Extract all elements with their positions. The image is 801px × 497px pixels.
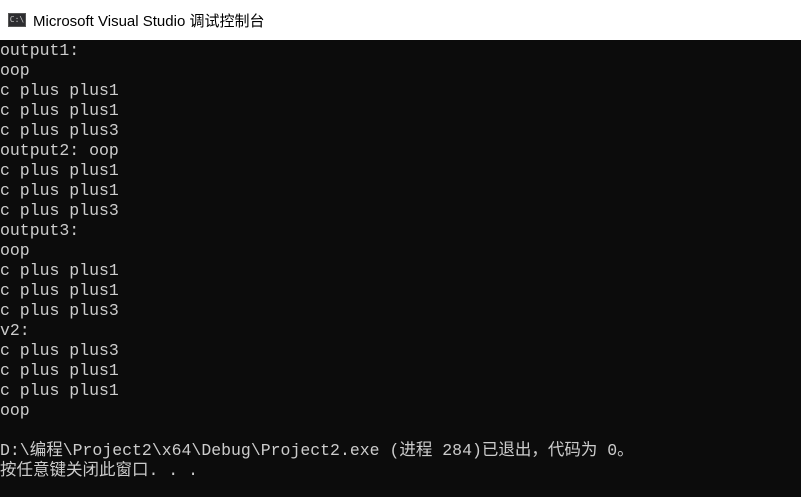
console-line: c plus plus3 xyxy=(0,301,119,320)
console-line: c plus plus1 xyxy=(0,281,119,300)
console-line: c plus plus1 xyxy=(0,181,119,200)
console-app-icon: C:\ xyxy=(8,13,26,27)
console-line: output3: xyxy=(0,221,80,240)
console-output[interactable]: output1: oop c plus plus1 c plus plus1 c… xyxy=(0,40,801,497)
console-line: output2: oop xyxy=(0,141,119,160)
console-line: c plus plus1 xyxy=(0,361,119,380)
console-line: c plus plus3 xyxy=(0,341,119,360)
console-window: C:\ Microsoft Visual Studio 调试控制台 output… xyxy=(0,0,801,497)
console-line: oop xyxy=(0,61,30,80)
window-title: Microsoft Visual Studio 调试控制台 xyxy=(33,12,265,30)
press-any-key-prompt: 按任意键关闭此窗口. . . xyxy=(0,461,199,480)
console-line: c plus plus3 xyxy=(0,121,119,140)
console-line: c plus plus1 xyxy=(0,101,119,120)
console-line: c plus plus1 xyxy=(0,81,119,100)
console-line: oop xyxy=(0,241,30,260)
console-line: c plus plus1 xyxy=(0,261,119,280)
console-line: v2: xyxy=(0,321,30,340)
console-line: c plus plus1 xyxy=(0,161,119,180)
process-exit-message: D:\编程\Project2\x64\Debug\Project2.exe (进… xyxy=(0,441,634,460)
console-line: c plus plus3 xyxy=(0,201,119,220)
console-line: output1: xyxy=(0,41,80,60)
console-line: oop xyxy=(0,401,30,420)
title-bar[interactable]: C:\ Microsoft Visual Studio 调试控制台 xyxy=(0,0,801,40)
console-line: c plus plus1 xyxy=(0,381,119,400)
